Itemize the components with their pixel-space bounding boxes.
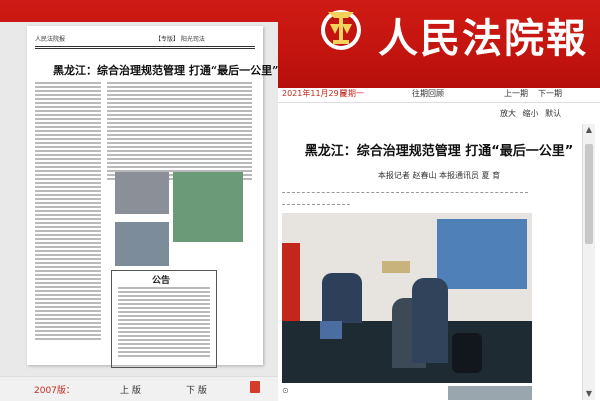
font-size-controls: 放大 缩小 默认	[500, 108, 565, 119]
font-default-button[interactable]: 默认	[545, 109, 561, 118]
edition-year: 2007版：	[34, 386, 75, 396]
caption-icon: ⊙	[282, 386, 289, 395]
prev-page-button[interactable]: 上 版	[120, 383, 141, 396]
date-bar: 2021年11月29日 星期一 往期回顾 上一期 下一期	[278, 86, 600, 100]
paper-notice-lines	[118, 287, 210, 359]
date-bar-divider	[278, 102, 600, 103]
page-navigation: 2007版： 上 版 下 版	[0, 376, 278, 401]
paper-text-block	[107, 82, 252, 182]
paper-rule	[35, 48, 255, 49]
article-scrollbar[interactable]: ▲ ▼	[582, 124, 595, 400]
paper-notice-title: 公告	[152, 276, 171, 286]
article-byline: 本报记者 赵春山 本报通讯员 夏 育	[377, 171, 501, 180]
next-issue-button[interactable]: 下一期	[538, 88, 562, 99]
paper-photo	[115, 172, 169, 214]
court-emblem-icon	[321, 10, 361, 50]
paper-section-tag: 【专版】 阳光司法	[155, 36, 205, 43]
font-enlarge-button[interactable]: 放大	[500, 109, 516, 118]
paper-photo	[115, 222, 169, 266]
thumbnail-image	[448, 386, 532, 400]
article-photo	[282, 213, 532, 383]
paper-notice-box: 公告	[111, 270, 217, 368]
paper-headline: 黑龙江：综合治理规范管理 打通“最后一公里”	[53, 64, 279, 77]
font-shrink-button[interactable]: 缩小	[523, 109, 539, 118]
paper-text-block	[35, 82, 101, 342]
issue-date: 2021年11月29日	[282, 89, 347, 98]
pdf-icon[interactable]	[250, 381, 260, 393]
byline-divider	[282, 204, 350, 205]
next-page-button[interactable]: 下 版	[186, 383, 207, 396]
prev-issue-button[interactable]: 上一期	[504, 88, 528, 99]
paper-photo	[173, 172, 243, 242]
paper-rule	[35, 46, 255, 47]
up-arrow-icon[interactable]: ▲	[585, 126, 593, 134]
archive-link[interactable]: 往期回顾	[412, 88, 444, 99]
paper-masthead: 人民法院报	[35, 36, 66, 43]
byline-divider	[282, 192, 528, 193]
article-title: 黑龙江：综合治理规范管理 打通“最后一公里”	[304, 144, 574, 159]
issue-weekday: 星期一	[340, 89, 364, 98]
down-arrow-icon[interactable]: ▼	[585, 390, 593, 398]
scrollbar-thumb[interactable]	[585, 144, 593, 244]
newspaper-page[interactable]: 人民法院报 【专版】 阳光司法 黑龙江：综合治理规范管理 打通“最后一公里” 公…	[27, 26, 278, 368]
site-title: 人民法院報	[378, 15, 588, 62]
